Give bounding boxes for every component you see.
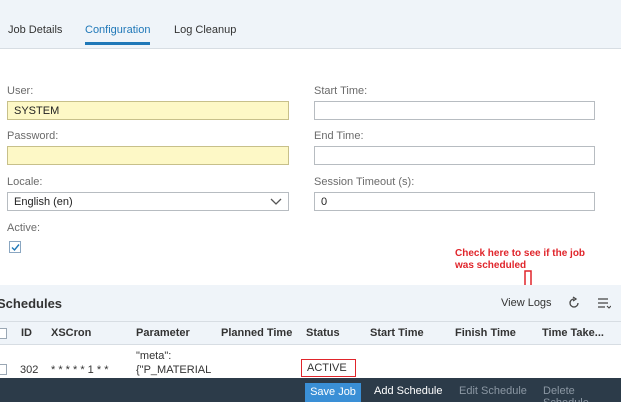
tab-configuration[interactable]: Configuration xyxy=(85,24,150,36)
settings-list-icon[interactable] xyxy=(597,296,611,310)
column-header-xscron[interactable]: XSCron xyxy=(51,327,91,339)
view-logs-button[interactable]: View Logs xyxy=(501,297,552,309)
end-time-label: End Time: xyxy=(314,130,364,142)
chevron-down-icon xyxy=(270,198,282,205)
save-job-button[interactable]: Save Job xyxy=(305,383,361,402)
active-label: Active: xyxy=(7,222,41,234)
row-status: ACTIVE xyxy=(307,362,347,374)
active-tab-indicator xyxy=(85,42,150,45)
user-label: User: xyxy=(7,85,34,97)
start-time-field[interactable] xyxy=(314,101,595,120)
edit-schedule-button[interactable]: Edit Schedule xyxy=(459,385,527,397)
refresh-icon[interactable] xyxy=(567,296,581,310)
delete-schedule-button[interactable]: Delete Schedule xyxy=(543,385,621,402)
column-header-finish-time[interactable]: Finish Time xyxy=(455,327,516,339)
row-parameter-line-1: "meta": xyxy=(136,350,172,362)
user-field[interactable]: SYSTEM xyxy=(7,101,289,120)
password-field[interactable] xyxy=(7,146,289,165)
row-id: 302 xyxy=(20,364,39,376)
annotation-line-1: Check here to see if the job xyxy=(455,248,586,259)
row-parameter-line-2: {"P_MATERIAL xyxy=(136,364,212,376)
locale-label: Locale: xyxy=(7,176,43,188)
tab-log-cleanup[interactable]: Log Cleanup xyxy=(174,24,236,36)
column-header-parameter[interactable]: Parameter xyxy=(136,327,190,339)
user-value: SYSTEM xyxy=(14,105,60,117)
column-header-start-time[interactable]: Start Time xyxy=(370,327,424,339)
column-header-status[interactable]: Status xyxy=(306,327,340,339)
tab-job-details[interactable]: Job Details xyxy=(8,24,62,36)
password-label: Password: xyxy=(7,130,59,142)
row-xscron: * * * * * 1 * * xyxy=(51,364,109,376)
row-checkbox[interactable] xyxy=(0,364,7,375)
end-time-field[interactable] xyxy=(314,146,595,165)
session-timeout-label: Session Timeout (s): xyxy=(314,176,415,188)
add-schedule-button[interactable]: Add Schedule xyxy=(374,385,443,397)
locale-select[interactable]: English (en) xyxy=(7,192,289,211)
column-header-time-taken[interactable]: Time Take... xyxy=(542,327,604,339)
active-checkbox[interactable] xyxy=(9,241,21,253)
locale-value: English (en) xyxy=(14,196,73,208)
column-header-id[interactable]: ID xyxy=(21,327,32,339)
schedules-title: Schedules xyxy=(0,296,63,311)
column-header-planned-time[interactable]: Planned Time xyxy=(221,327,292,339)
annotation-note: Check here to see if the job was schedul… xyxy=(455,248,615,272)
start-time-label: Start Time: xyxy=(314,85,368,97)
checkmark-icon xyxy=(11,244,20,252)
session-timeout-field[interactable]: 0 xyxy=(314,192,595,211)
status-badge: ACTIVE xyxy=(301,359,356,377)
select-all-checkbox[interactable] xyxy=(0,328,7,339)
session-timeout-value: 0 xyxy=(321,196,328,208)
